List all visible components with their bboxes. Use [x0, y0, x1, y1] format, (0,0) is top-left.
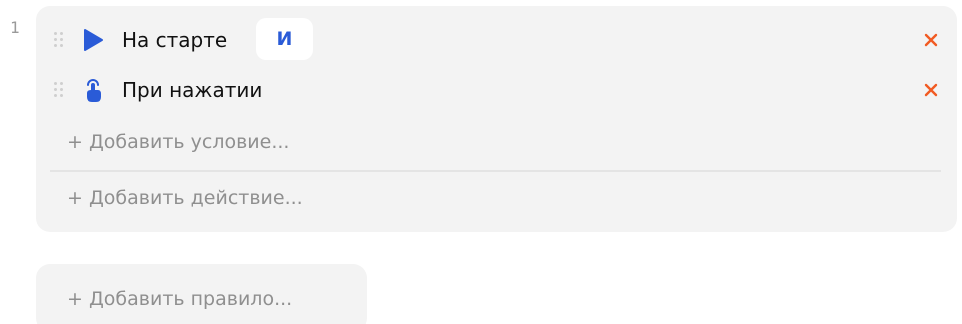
rules-editor: 1 На старте И При нажатии + Добавить усл… — [0, 0, 962, 324]
condition-row-on-start: На старте И — [36, 18, 957, 62]
and-connector-badge[interactable]: И — [256, 18, 313, 60]
remove-condition-button[interactable] — [921, 80, 941, 100]
rule-number: 1 — [10, 18, 20, 37]
close-icon — [924, 83, 938, 97]
add-rule-card[interactable]: + Добавить правило... — [36, 264, 367, 324]
play-icon — [80, 27, 106, 53]
condition-row-on-tap: При нажатии — [36, 68, 957, 112]
divider — [50, 170, 941, 172]
add-action-button[interactable]: + Добавить действие... — [67, 187, 303, 209]
remove-condition-button[interactable] — [921, 30, 941, 50]
add-rule-button[interactable]: + Добавить правило... — [67, 288, 292, 310]
condition-label[interactable]: При нажатии — [122, 78, 262, 102]
add-condition-button[interactable]: + Добавить условие... — [67, 131, 289, 153]
drag-handle-icon[interactable] — [54, 32, 64, 48]
condition-label[interactable]: На старте — [122, 28, 227, 52]
tap-hand-icon — [80, 77, 106, 103]
rule-card: На старте И При нажатии + Добавить услов… — [36, 6, 957, 232]
drag-handle-icon[interactable] — [54, 82, 64, 98]
close-icon — [924, 33, 938, 47]
